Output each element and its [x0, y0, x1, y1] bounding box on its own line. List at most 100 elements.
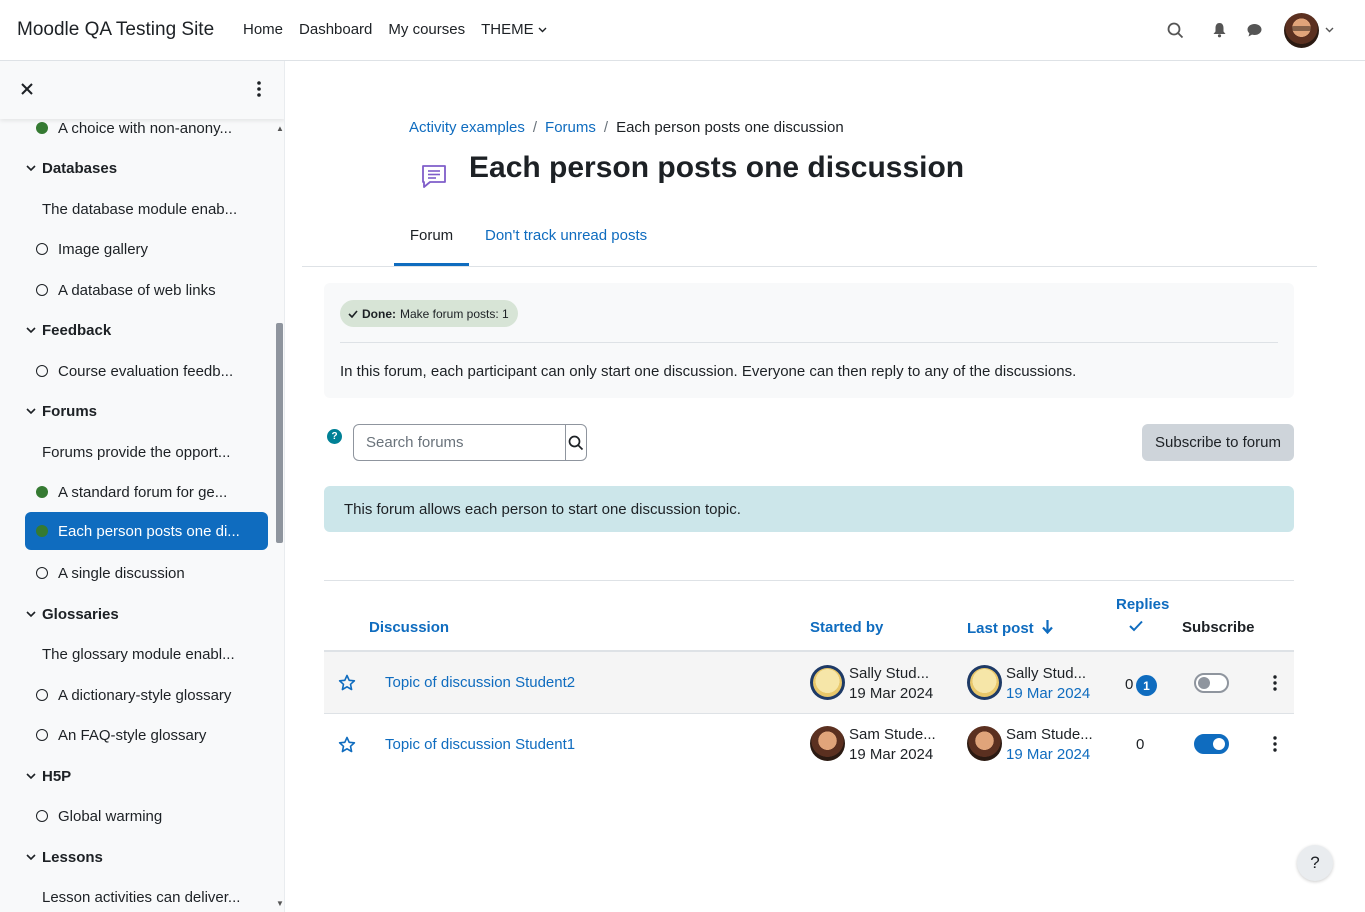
divider — [340, 342, 1278, 343]
completion-todo-icon — [36, 729, 48, 741]
discussion-topic-link[interactable]: Topic of discussion Student1 — [385, 736, 575, 753]
tab-dont-track-unread[interactable]: Don't track unread posts — [485, 227, 647, 244]
drawer-activity-item[interactable]: A single discussion — [25, 554, 268, 592]
starter-name[interactable]: Sally Stud... — [849, 665, 929, 682]
help-fab-button[interactable]: ? — [1297, 845, 1333, 881]
drawer-section-glossaries[interactable]: Glossaries — [25, 595, 268, 633]
completion-todo-icon — [36, 810, 48, 822]
reply-count[interactable]: 0 — [1136, 736, 1144, 753]
last-post-author[interactable]: Sally Stud... — [1006, 665, 1086, 682]
starter-avatar[interactable] — [810, 665, 845, 700]
drawer-section-lessons[interactable]: Lessons — [25, 838, 268, 876]
search-icon[interactable] — [1165, 20, 1185, 40]
nav-dashboard[interactable]: Dashboard — [299, 21, 372, 38]
drawer-activity-item[interactable]: Course evaluation feedb... — [25, 352, 268, 390]
chevron-down-icon[interactable] — [25, 608, 37, 620]
drawer-section-databases[interactable]: Databases — [25, 149, 268, 187]
breadcrumb-current: Each person posts one discussion — [616, 119, 844, 136]
site-brand[interactable]: Moodle QA Testing Site — [17, 19, 214, 41]
chevron-down-icon[interactable] — [25, 324, 37, 336]
drawer-activity-item[interactable]: Image gallery — [25, 230, 268, 268]
table-row: Topic of discussion Student2 Sally Stud.… — [324, 652, 1294, 713]
check-icon[interactable] — [1129, 620, 1143, 632]
reply-count[interactable]: 0 — [1125, 676, 1133, 693]
column-header-discussion[interactable]: Discussion — [369, 619, 449, 636]
scroll-down-arrow-icon[interactable]: ▼ — [276, 899, 284, 908]
drawer-header — [0, 61, 284, 119]
column-header-replies[interactable]: Replies — [1116, 596, 1169, 613]
forum-icon — [422, 165, 446, 188]
kebab-menu-icon[interactable] — [1272, 735, 1278, 753]
page-title: Each person posts one discussion — [469, 151, 965, 184]
last-post-date-link[interactable]: 19 Mar 2024 — [1006, 746, 1090, 763]
completion-todo-icon — [36, 567, 48, 579]
column-header-started-by[interactable]: Started by — [810, 619, 883, 636]
nav-my-courses[interactable]: My courses — [388, 21, 465, 38]
kebab-menu-icon[interactable] — [250, 80, 268, 98]
nav-theme-dropdown[interactable]: THEME — [481, 21, 547, 38]
drawer-activity-item[interactable]: An FAQ-style glossary — [25, 716, 268, 754]
drawer-summary-item[interactable]: Lesson activities can deliver... — [25, 878, 268, 912]
last-post-avatar[interactable] — [967, 726, 1002, 761]
subscribe-to-forum-button[interactable]: Subscribe to forum — [1142, 424, 1294, 461]
column-header-last-post-label: Last post — [967, 620, 1034, 637]
drawer-summary-item[interactable]: The database module enab... — [25, 190, 268, 228]
starter-date: 19 Mar 2024 — [849, 685, 934, 702]
chevron-down-icon[interactable] — [25, 770, 37, 782]
breadcrumb-separator: / — [532, 119, 538, 136]
done-label: Done: — [362, 306, 396, 321]
top-navbar: Moodle QA Testing Site Home Dashboard My… — [0, 0, 1365, 61]
completion-status-badge: Done: Make forum posts: 1 — [340, 300, 518, 327]
completion-todo-icon — [36, 689, 48, 701]
scroll-up-arrow-icon[interactable]: ▲ — [276, 124, 284, 133]
help-icon[interactable]: ? — [327, 429, 342, 444]
user-menu-chevron-icon[interactable] — [1322, 20, 1336, 40]
star-icon[interactable] — [338, 674, 356, 692]
drawer-activity-item-active[interactable]: Each person posts one di... — [25, 512, 268, 550]
discussion-topic-link[interactable]: Topic of discussion Student2 — [385, 674, 575, 691]
nav-home[interactable]: Home — [243, 21, 283, 38]
drawer-section-feedback[interactable]: Feedback — [25, 311, 268, 349]
user-avatar[interactable] — [1284, 13, 1319, 48]
completion-todo-icon — [36, 284, 48, 296]
check-icon — [348, 309, 358, 318]
column-header-last-post[interactable]: Last post — [967, 619, 1053, 637]
subscribe-toggle[interactable] — [1194, 673, 1229, 693]
starter-avatar[interactable] — [810, 726, 845, 761]
drawer-activity-item[interactable]: A standard forum for ge... — [25, 473, 268, 511]
column-header-subscribe: Subscribe — [1182, 619, 1255, 636]
last-post-date-link[interactable]: 19 Mar 2024 — [1006, 685, 1090, 702]
completion-todo-icon — [36, 243, 48, 255]
breadcrumb-separator: / — [603, 119, 609, 136]
drawer-summary-item[interactable]: Forums provide the opport... — [25, 433, 268, 471]
drawer-activity-item[interactable]: A dictionary-style glossary — [25, 676, 268, 714]
drawer-scrollbar[interactable] — [276, 323, 283, 543]
star-icon[interactable] — [338, 736, 356, 754]
completion-todo-icon — [36, 365, 48, 377]
sort-descending-arrow-icon — [1042, 620, 1053, 635]
search-input[interactable] — [354, 425, 565, 460]
tab-forum[interactable]: Forum — [394, 227, 469, 244]
chevron-down-icon[interactable] — [25, 851, 37, 863]
search-button[interactable] — [565, 425, 586, 460]
last-post-author[interactable]: Sam Stude... — [1006, 726, 1093, 743]
breadcrumb-forums[interactable]: Forums — [545, 119, 596, 136]
close-icon[interactable] — [20, 82, 34, 96]
unread-count-badge[interactable]: 1 — [1136, 675, 1157, 696]
kebab-menu-icon[interactable] — [1272, 674, 1278, 692]
chevron-down-icon[interactable] — [25, 405, 37, 417]
subscribe-toggle[interactable] — [1194, 734, 1229, 754]
primary-navigation: Home Dashboard My courses THEME — [243, 21, 563, 38]
drawer-activity-item[interactable]: Global warming — [25, 797, 268, 835]
starter-name[interactable]: Sam Stude... — [849, 726, 936, 743]
last-post-avatar[interactable] — [967, 665, 1002, 700]
messages-icon[interactable] — [1244, 20, 1264, 40]
drawer-activity-item[interactable]: A database of web links — [25, 271, 268, 309]
breadcrumb-activity-examples[interactable]: Activity examples — [409, 119, 525, 136]
notification-bell-icon[interactable] — [1209, 20, 1229, 40]
completion-done-icon — [36, 122, 48, 134]
chevron-down-icon[interactable] — [25, 162, 37, 174]
drawer-section-forums[interactable]: Forums — [25, 392, 268, 430]
drawer-summary-item[interactable]: The glossary module enabl... — [25, 635, 268, 673]
drawer-section-h5p[interactable]: H5P — [25, 757, 268, 795]
